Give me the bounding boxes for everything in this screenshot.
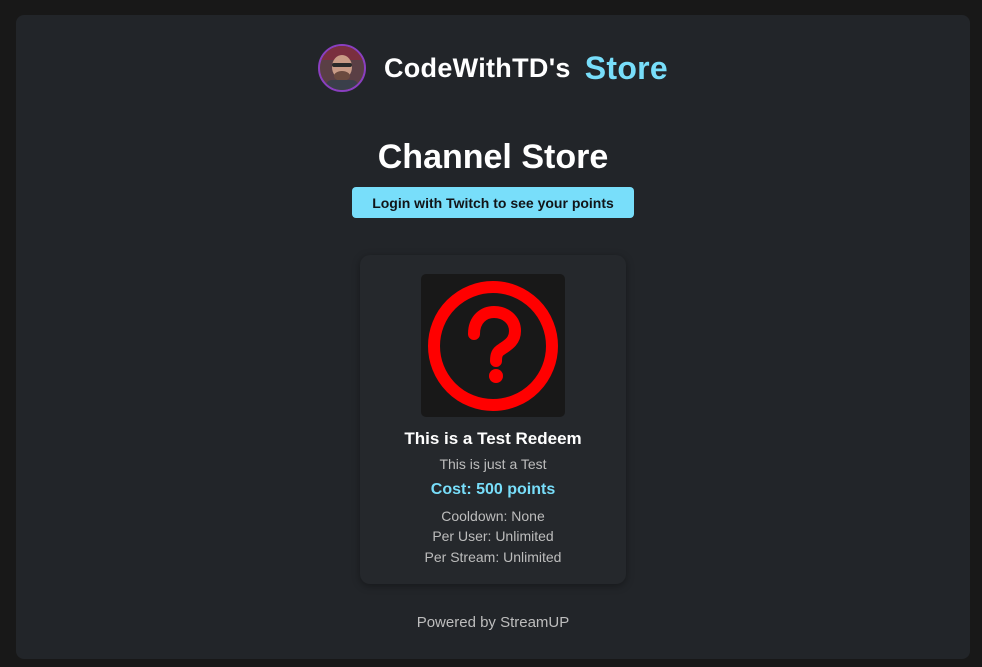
redeem-description: This is just a Test (439, 456, 547, 472)
store-panel: CodeWithTD's Store Channel Store Login w… (16, 15, 970, 659)
question-circle-icon (428, 280, 558, 411)
avatar-image (319, 46, 364, 90)
redeem-per-stream: Per Stream: Unlimited (424, 549, 562, 565)
store-word: Store (584, 49, 669, 86)
redeem-name: This is a Test Redeem (404, 429, 582, 448)
page-title: Channel Store (377, 138, 609, 176)
redeem-card[interactable]: This is a Test Redeem This is just a Tes… (360, 255, 626, 584)
redeem-cost: Cost: 500 points (430, 481, 556, 498)
footer-powered-by: Powered by StreamUP (416, 614, 570, 631)
redeem-cooldown: Cooldown: None (441, 508, 545, 524)
redeem-per-user: Per User: Unlimited (432, 528, 554, 544)
avatar (317, 44, 366, 92)
login-twitch-button[interactable]: Login with Twitch to see your points (352, 187, 634, 218)
redeem-image (421, 274, 565, 417)
store-header: CodeWithTD's Store (16, 42, 970, 94)
store-owner-name: CodeWithTD's (383, 52, 571, 83)
